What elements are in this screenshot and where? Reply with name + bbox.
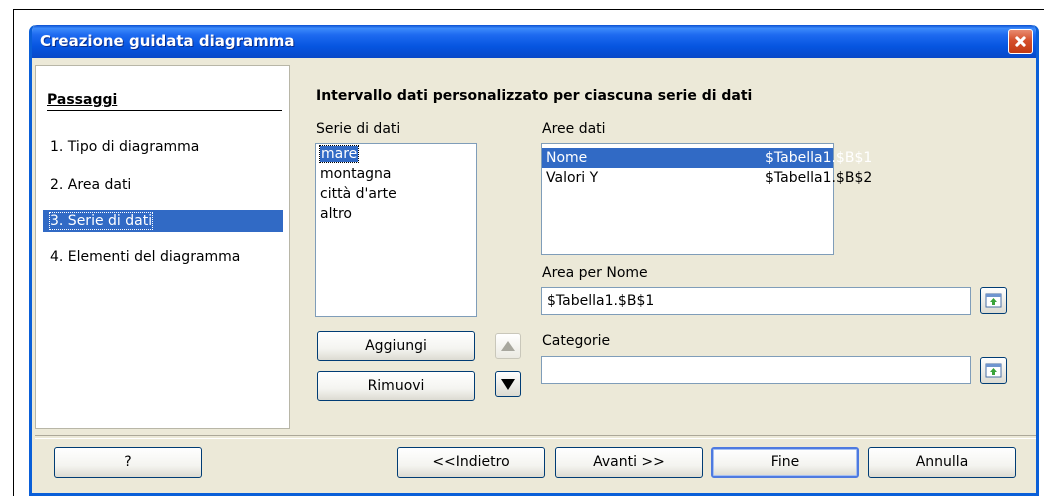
step-label: 2. Area dati	[50, 177, 132, 193]
step-data-series[interactable]: 3. Serie di dati	[43, 210, 283, 232]
range-value: $Tabella1.$B$2	[765, 170, 873, 186]
series-name: montagna	[320, 166, 392, 182]
triangle-up-icon	[501, 341, 515, 351]
series-label-text: Serie di dati	[316, 121, 401, 137]
step-data-range[interactable]: 2. Area dati	[47, 174, 283, 196]
chart-wizard-dialog: Creazione guidata diagramma Passaggi 1. …	[29, 25, 1039, 496]
list-item[interactable]: altro	[316, 204, 476, 224]
steps-heading: Passaggi	[47, 92, 118, 108]
shrink-dialog-icon	[985, 293, 1002, 308]
range-for-name-label: Area per Nome	[542, 265, 648, 281]
series-name: mare	[318, 145, 360, 163]
step-chart-type[interactable]: 1. Tipo di diagramma	[47, 136, 283, 158]
shrink-range-name-button[interactable]	[980, 287, 1007, 314]
close-icon[interactable]	[1008, 29, 1033, 54]
range-for-name-input[interactable]: $Tabella1.$B$1	[541, 287, 971, 315]
data-ranges-list[interactable]: Nome $Tabella1.$B$1 Valori Y $Tabella1.$…	[541, 143, 872, 255]
footer-separator	[35, 435, 1036, 439]
series-name: altro	[320, 206, 352, 222]
table-row[interactable]: Nome $Tabella1.$B$1	[542, 148, 872, 168]
triangle-down-icon	[501, 379, 515, 390]
series-name: città d'arte	[320, 186, 397, 202]
data-series-list[interactable]: mare montagna città d'arte altro	[315, 143, 477, 317]
add-series-button[interactable]: Aggiungi	[317, 331, 475, 361]
range-role: Nome	[546, 150, 588, 166]
shrink-dialog-icon	[985, 363, 1002, 378]
data-ranges-label: Aree dati	[542, 121, 606, 137]
range-value: $Tabella1.$B$1	[765, 150, 873, 166]
step-chart-elements[interactable]: 4. Elementi del diagramma	[47, 246, 283, 268]
window-title: Creazione guidata diagramma	[40, 32, 295, 50]
step-label: 3. Serie di dati	[48, 212, 154, 230]
steps-divider	[47, 110, 282, 111]
steps-panel: Passaggi 1. Tipo di diagramma 2. Area da…	[35, 65, 290, 429]
cancel-button[interactable]: Annulla	[868, 447, 1016, 478]
next-button[interactable]: Avanti >>	[555, 447, 703, 478]
remove-series-button[interactable]: Rimuovi	[317, 371, 475, 401]
list-item[interactable]: montagna	[316, 164, 476, 184]
categories-input[interactable]	[541, 356, 971, 384]
range-role: Valori Y	[546, 170, 599, 186]
help-button[interactable]: ?	[54, 447, 202, 478]
title-bar[interactable]: Creazione guidata diagramma	[32, 25, 1036, 58]
move-up-button[interactable]	[495, 333, 521, 359]
step-label: 1. Tipo di diagramma	[50, 139, 200, 155]
categories-label: Categorie	[542, 333, 611, 349]
back-button[interactable]: <<Indietro	[397, 447, 545, 478]
table-row[interactable]: Valori Y $Tabella1.$B$2	[542, 168, 872, 188]
series-label: Serie di dati	[316, 121, 401, 137]
finish-button[interactable]: Fine	[711, 447, 859, 478]
page-title: Intervallo dati personalizzato per ciasc…	[316, 88, 753, 104]
list-item[interactable]: mare	[316, 144, 476, 164]
shrink-categories-button[interactable]	[980, 357, 1007, 384]
move-down-button[interactable]	[495, 371, 521, 397]
step-label: 4. Elementi del diagramma	[50, 249, 241, 265]
list-item[interactable]: città d'arte	[316, 184, 476, 204]
